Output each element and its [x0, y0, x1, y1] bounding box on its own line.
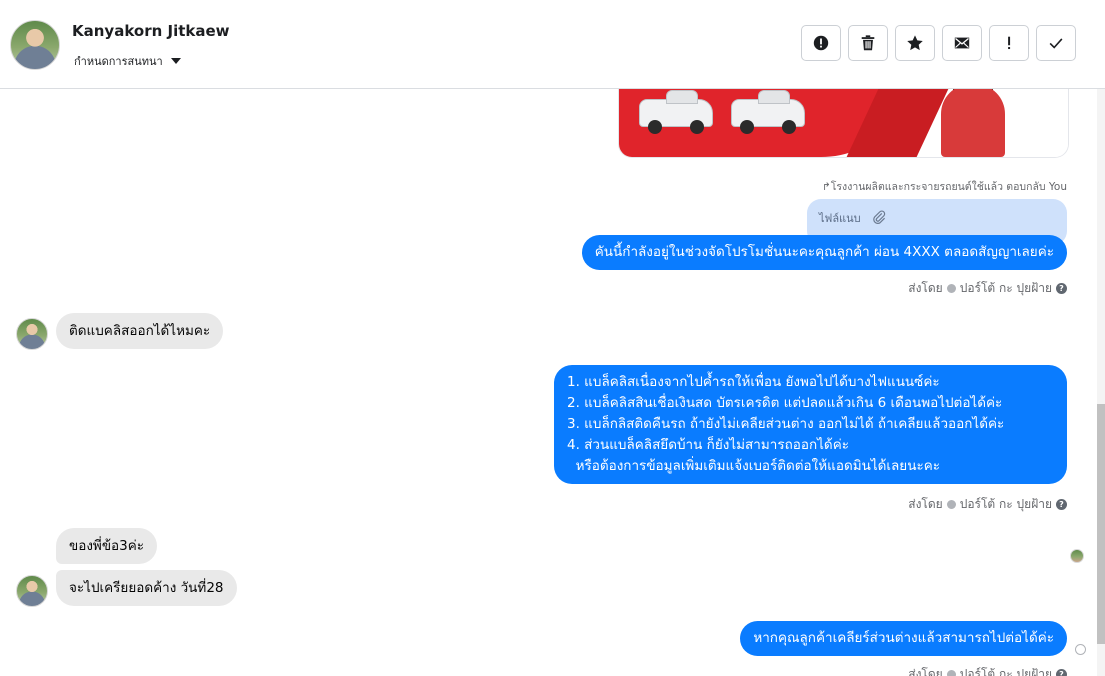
star-button[interactable] — [895, 25, 935, 61]
model-image — [941, 89, 1005, 157]
sender-name[interactable]: ปอร์โต้ กะ ปุยฝ้าย — [960, 665, 1052, 676]
star-icon — [907, 35, 923, 51]
assign-label: กำหนดการสนทนา — [74, 55, 163, 68]
truck-image — [639, 90, 713, 134]
contact-name[interactable]: Kanyakorn Jitkaew — [72, 22, 230, 40]
sent-status-icon — [1075, 644, 1086, 655]
sender-name[interactable]: ปอร์โต้ กะ ปุยฝ้าย — [960, 279, 1052, 298]
sent-by-line: ส่งโดย ปอร์โต้ กะ ปุยฝ้าย ? — [908, 665, 1067, 676]
envelope-icon — [954, 37, 970, 49]
outgoing-message[interactable]: หากคุณลูกค้าเคลียร์ส่วนต่างแล้วสามารถไปต… — [740, 621, 1067, 656]
thread-scrollbar[interactable] — [1097, 89, 1105, 676]
verified-icon — [946, 500, 956, 509]
reply-arrow-icon: ↱ — [821, 181, 831, 193]
help-icon[interactable]: ? — [1056, 283, 1067, 294]
help-icon[interactable]: ? — [1056, 499, 1067, 510]
truck-image — [731, 90, 805, 134]
delete-button[interactable] — [848, 25, 888, 61]
contact-avatar-small[interactable] — [16, 318, 48, 350]
done-button[interactable] — [1036, 25, 1076, 61]
contact-avatar[interactable] — [10, 20, 60, 70]
attachment-label: ไฟล์แนบ — [819, 212, 861, 225]
incoming-message[interactable]: ของพี่ข้อ3ค่ะ — [56, 528, 158, 564]
verified-icon — [946, 670, 956, 676]
caret-down-icon — [170, 58, 181, 64]
scrollbar-thumb[interactable] — [1097, 404, 1105, 644]
product-image-attachment[interactable] — [618, 89, 1069, 158]
contact-avatar-small[interactable] — [16, 575, 48, 607]
assign-conversation-dropdown[interactable]: กำหนดการสนทนา — [74, 52, 181, 70]
spam-button[interactable] — [801, 25, 841, 61]
outgoing-message[interactable]: คันนี้กำลังอยู่ในช่วงจัดโปรโมชั่นนะคะคุณ… — [581, 235, 1067, 270]
exclamation-icon — [1008, 36, 1011, 50]
incoming-message[interactable]: ติดแบคลิสออกได้ไหมคะ — [56, 313, 224, 349]
follow-up-button[interactable] — [989, 25, 1029, 61]
alert-circle-icon — [813, 35, 829, 51]
trash-icon — [861, 35, 875, 51]
paperclip-icon — [871, 209, 887, 228]
conversation-header: Kanyakorn Jitkaew กำหนดการสนทนา — [0, 0, 1105, 89]
conversation-toolbar — [801, 25, 1076, 61]
outgoing-message-list[interactable]: 1. แบล็คลิสเนื่องจากไปค้ำรถให้เพื่อน ยัง… — [554, 365, 1067, 484]
mark-unread-button[interactable] — [942, 25, 982, 61]
verified-icon — [946, 284, 956, 293]
incoming-message[interactable]: จะไปเครียยอดค้าง วันที่28 — [56, 570, 237, 606]
sent-by-line: ส่งโดย ปอร์โต้ กะ ปุยฝ้าย ? — [908, 279, 1067, 298]
message-thread[interactable]: ↱โรงงานผลิตและกระจายรถยนต์ใช้แล้ว ตอบกลั… — [0, 89, 1105, 676]
check-icon — [1049, 38, 1063, 49]
sender-name[interactable]: ปอร์โต้ กะ ปุยฝ้าย — [960, 495, 1052, 514]
seen-avatar — [1070, 549, 1084, 563]
help-icon[interactable]: ? — [1056, 669, 1067, 676]
reply-note: ↱โรงงานผลิตและกระจายรถยนต์ใช้แล้ว ตอบกลั… — [821, 181, 1067, 193]
sent-by-line: ส่งโดย ปอร์โต้ กะ ปุยฝ้าย ? — [908, 495, 1067, 514]
